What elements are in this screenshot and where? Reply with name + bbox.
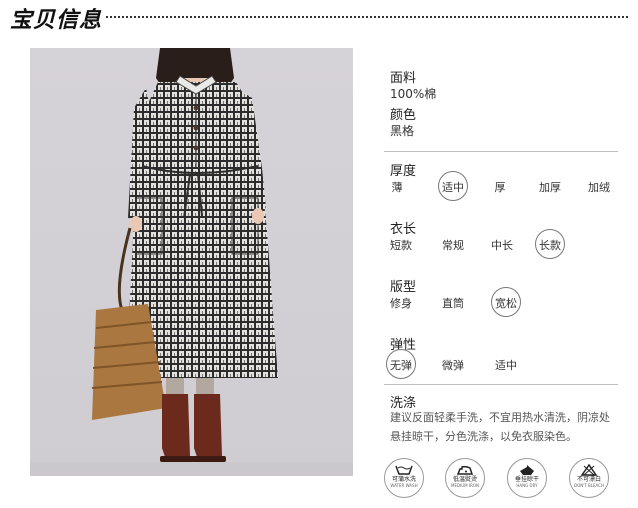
- care-icon-sublabel: DON'T BLEACH: [573, 483, 604, 488]
- care-icon-sublabel: HANG DRY: [516, 483, 538, 488]
- washtub-icon: 可蒲水洗 WATER WASH: [384, 458, 424, 498]
- care-line: 建议反面轻柔手洗，不宜用热水清洗，阴凉处: [390, 411, 610, 424]
- thickness-option-extra-thick: 加厚: [539, 181, 561, 194]
- care-icon-label: 低温熨烫: [452, 476, 477, 483]
- section-divider: [384, 151, 618, 152]
- elasticity-option-slight: 微弹: [442, 359, 464, 372]
- care-icon-label: 垂挂晾干: [514, 476, 539, 483]
- care-icon-label: 可蒲水洗: [391, 476, 416, 483]
- section-divider: [384, 384, 618, 385]
- material-label: 面料: [390, 71, 417, 86]
- length-option-regular: 常规: [442, 239, 464, 252]
- product-photo: [30, 48, 353, 476]
- care-instructions: 建议反面轻柔手洗，不宜用热水清洗，阴凉处 悬挂晾干，分色洗涤，以免衣服染色。: [390, 408, 624, 446]
- length-option-mid: 中长: [491, 239, 513, 252]
- material-value: 100%棉: [390, 87, 437, 101]
- thickness-option-medium: 适中: [442, 181, 464, 194]
- fit-label: 版型: [390, 280, 417, 295]
- no-bleach-icon: 不可漂白 DON'T BLEACH: [569, 458, 609, 498]
- care-icon-sublabel: WATER WASH: [390, 483, 418, 488]
- thickness-option-thick: 厚: [494, 181, 506, 194]
- length-option-short: 短款: [390, 239, 412, 252]
- care-icon-label: 不可漂白: [576, 476, 601, 483]
- thickness-option-thin: 薄: [391, 181, 403, 194]
- color-label: 颜色: [390, 108, 417, 123]
- length-label: 衣长: [390, 222, 417, 237]
- hanging-dry-icon: 垂挂晾干 HANG DRY: [507, 458, 547, 498]
- care-icon-sublabel: MEDIUM IRON: [451, 483, 479, 488]
- section-title: 宝贝信息: [10, 7, 103, 33]
- elasticity-option-none: 无弹: [390, 359, 412, 372]
- fit-option-slim: 修身: [390, 297, 412, 310]
- elasticity-option-moderate: 适中: [495, 359, 517, 372]
- thickness-label: 厚度: [390, 164, 417, 179]
- fit-option-straight: 直筒: [442, 297, 464, 310]
- title-divider: [106, 16, 628, 18]
- iron-icon: 低温熨烫 MEDIUM IRON: [445, 458, 485, 498]
- color-value: 黑格: [390, 124, 415, 138]
- care-line: 悬挂晾干，分色洗涤，以免衣服染色。: [390, 430, 577, 443]
- thickness-option-fleece: 加绒: [588, 181, 610, 194]
- length-option-long: 长款: [539, 239, 561, 252]
- fit-option-loose: 宽松: [495, 297, 517, 310]
